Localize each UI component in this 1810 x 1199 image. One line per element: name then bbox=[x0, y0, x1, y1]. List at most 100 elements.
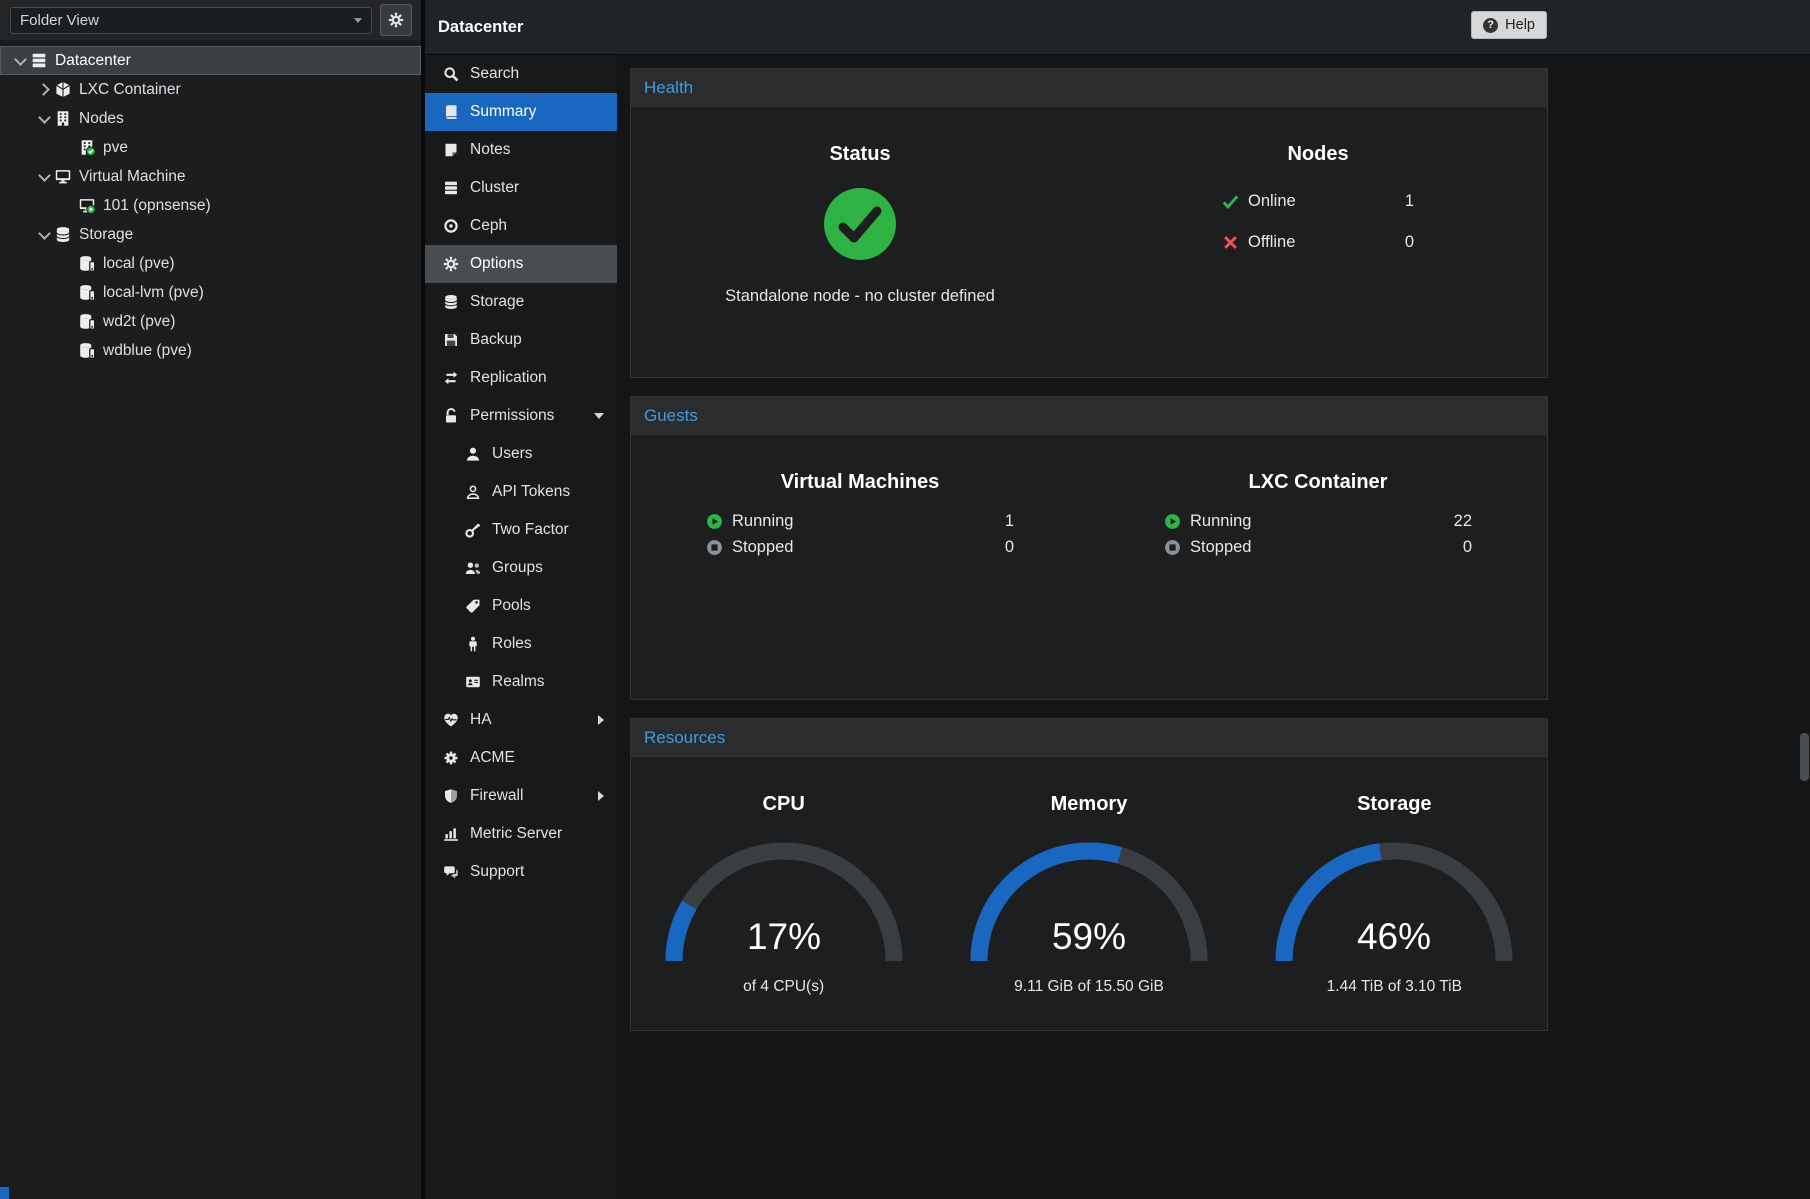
health-panel: Health Status Standalone node - no clust… bbox=[630, 68, 1548, 378]
resource-tree: Datacenter LXC Container Nodes pve Virtual M… bbox=[0, 46, 421, 365]
tree-item-lxc-container[interactable]: LXC Container bbox=[0, 75, 421, 104]
menu-item-replication[interactable]: Replication bbox=[425, 359, 617, 397]
help-button-label: Help bbox=[1505, 17, 1535, 33]
help-button[interactable]: ? Help bbox=[1471, 11, 1547, 39]
health-panel-title: Health bbox=[631, 69, 1547, 107]
tree-item-datacenter[interactable]: Datacenter bbox=[0, 46, 421, 75]
menu-item-notes[interactable]: Notes bbox=[425, 131, 617, 169]
menu-item-label: Groups bbox=[492, 559, 543, 577]
tree-item-storage-local[interactable]: local (pve) bbox=[0, 249, 421, 278]
nodes-stat-rows: Online1Offline0 bbox=[1222, 192, 1414, 252]
bottom-left-accent bbox=[0, 1187, 9, 1199]
tree-item-pve[interactable]: pve bbox=[0, 133, 421, 162]
menu-item-permissions[interactable]: Permissions bbox=[425, 397, 617, 435]
menu-item-label: ACME bbox=[470, 749, 515, 767]
menu-item-acme[interactable]: ACME bbox=[425, 739, 617, 777]
tree-item-nodes[interactable]: Nodes bbox=[0, 104, 421, 133]
gauge-arc: 59% bbox=[954, 828, 1224, 970]
tree-item-label: local-lvm (pve) bbox=[103, 284, 204, 302]
tree-item-virtual-machine[interactable]: Virtual Machine bbox=[0, 162, 421, 191]
menu-item-realms[interactable]: Realms bbox=[425, 663, 617, 701]
database-icon bbox=[443, 294, 459, 310]
menu-item-label: Replication bbox=[470, 369, 547, 387]
vm-running-icon bbox=[78, 197, 96, 214]
tree-expander-icon[interactable] bbox=[12, 53, 28, 69]
tree-settings-button[interactable] bbox=[380, 4, 412, 36]
menu-item-label: Cluster bbox=[470, 179, 519, 197]
tree-item-storage-local-lvm[interactable]: local-lvm (pve) bbox=[0, 278, 421, 307]
menu-item-api-tokens[interactable]: API Tokens bbox=[425, 473, 617, 511]
comments-icon bbox=[443, 864, 459, 880]
datacenter-icon bbox=[30, 52, 48, 69]
shield-icon bbox=[443, 788, 459, 804]
menu-item-label: Realms bbox=[492, 673, 545, 691]
resources-panel-body: CPU17%of 4 CPU(s)Memory59%9.11 GiB of 15… bbox=[631, 757, 1547, 1030]
storage-icon bbox=[54, 226, 72, 243]
nodes-column-title: Nodes bbox=[1089, 143, 1547, 166]
menu-item-options[interactable]: Options bbox=[425, 245, 617, 283]
tree-item-label: local (pve) bbox=[103, 255, 175, 273]
tree-item-label: 101 (opnsense) bbox=[103, 197, 211, 215]
tree-expander-icon[interactable] bbox=[36, 111, 52, 127]
menu-item-summary[interactable]: Summary bbox=[425, 93, 617, 131]
unlock-icon bbox=[443, 408, 459, 424]
check-icon bbox=[1222, 193, 1239, 210]
gauge-arc: 17% bbox=[649, 828, 919, 970]
menu-item-metric-server[interactable]: Metric Server bbox=[425, 815, 617, 853]
stat-value: 22 bbox=[1454, 512, 1472, 531]
tree-item-label: Datacenter bbox=[55, 52, 131, 70]
menu-item-groups[interactable]: Groups bbox=[425, 549, 617, 587]
tree-expander-icon[interactable] bbox=[36, 82, 52, 98]
chevron-down-icon bbox=[354, 18, 362, 23]
menu-item-roles[interactable]: Roles bbox=[425, 625, 617, 663]
guests-stat-rows: Running22Stopped0 bbox=[1164, 512, 1472, 557]
tree-item-vm-101[interactable]: 101 (opnsense) bbox=[0, 191, 421, 220]
menu-item-ha[interactable]: HA bbox=[425, 701, 617, 739]
gear-icon bbox=[388, 12, 404, 28]
view-selector[interactable]: Folder View bbox=[10, 7, 372, 34]
menu-item-label: Notes bbox=[470, 141, 511, 159]
play-circle-icon bbox=[706, 513, 723, 530]
menu-item-label: Storage bbox=[470, 293, 524, 311]
menu-item-two-factor[interactable]: Two Factor bbox=[425, 511, 617, 549]
stat-row-running: Running22 bbox=[1164, 512, 1472, 531]
menu-item-pools[interactable]: Pools bbox=[425, 587, 617, 625]
summary-content: Health Status Standalone node - no clust… bbox=[617, 55, 1810, 1199]
menu-item-search[interactable]: Search bbox=[425, 55, 617, 93]
datacenter-menu: SearchSummary Notes Cluster Ceph Options Stor… bbox=[425, 55, 617, 1199]
menu-item-cluster[interactable]: Cluster bbox=[425, 169, 617, 207]
tree-item-label: Virtual Machine bbox=[79, 168, 186, 186]
menu-item-users[interactable]: Users bbox=[425, 435, 617, 473]
menu-item-backup[interactable]: Backup bbox=[425, 321, 617, 359]
menu-item-label: Metric Server bbox=[470, 825, 562, 843]
user-icon bbox=[465, 446, 481, 462]
tree-expander-spacer bbox=[60, 343, 76, 359]
storage-item-icon bbox=[78, 342, 96, 359]
menu-item-label: API Tokens bbox=[492, 483, 570, 501]
menu-item-storage[interactable]: Storage bbox=[425, 283, 617, 321]
menu-item-firewall[interactable]: Firewall bbox=[425, 777, 617, 815]
menu-item-label: Users bbox=[492, 445, 532, 463]
menu-item-label: HA bbox=[470, 711, 492, 729]
heartbeat-icon bbox=[443, 712, 459, 728]
tree-item-label: Nodes bbox=[79, 110, 124, 128]
chevron-down-icon bbox=[594, 413, 604, 419]
tree-item-storage-wd2t[interactable]: wd2t (pve) bbox=[0, 307, 421, 336]
status-column-title: Status bbox=[631, 143, 1089, 166]
tree-item-storage[interactable]: Storage bbox=[0, 220, 421, 249]
stat-row-online: Online1 bbox=[1222, 192, 1414, 211]
menu-item-label: Two Factor bbox=[492, 521, 569, 539]
tree-expander-icon[interactable] bbox=[36, 227, 52, 243]
menu-item-label: Permissions bbox=[470, 407, 554, 425]
menu-item-support[interactable]: Support bbox=[425, 853, 617, 891]
menu-item-label: Options bbox=[470, 255, 523, 273]
menu-item-ceph[interactable]: Ceph bbox=[425, 207, 617, 245]
status-ok-icon bbox=[631, 186, 1089, 267]
tree-item-label: wd2t (pve) bbox=[103, 313, 175, 331]
content-scrollbar-thumb[interactable] bbox=[1800, 733, 1809, 781]
stat-row-stopped: Stopped0 bbox=[706, 538, 1014, 557]
users-icon bbox=[465, 560, 481, 576]
bar-chart-icon bbox=[443, 826, 459, 842]
tree-expander-icon[interactable] bbox=[36, 169, 52, 185]
tree-item-storage-wdblue[interactable]: wdblue (pve) bbox=[0, 336, 421, 365]
